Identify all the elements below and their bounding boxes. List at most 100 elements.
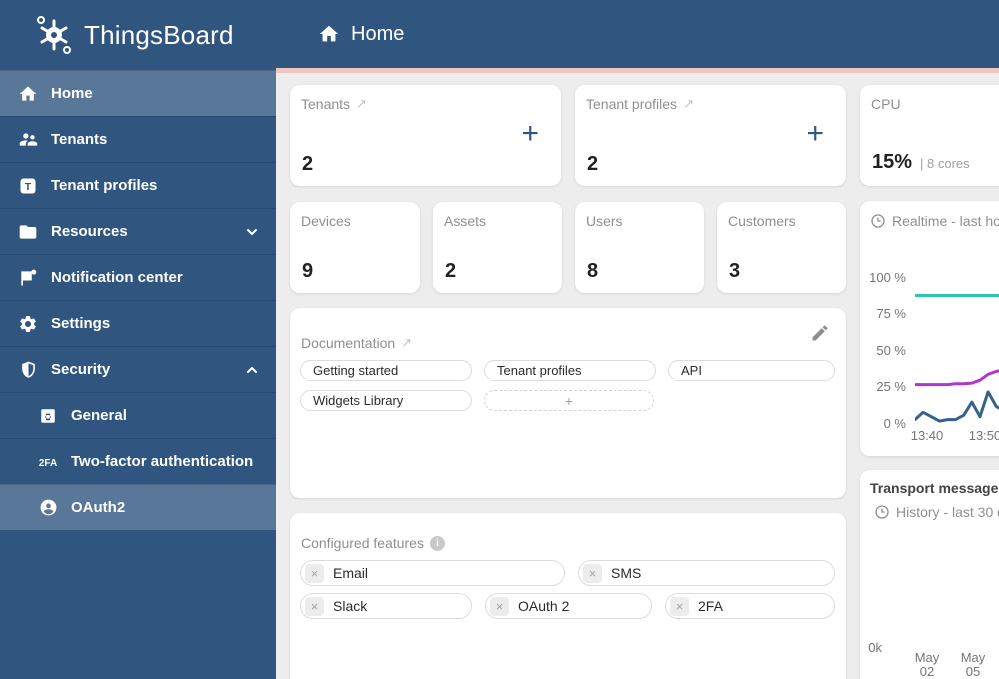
sidebar-item-label: Home xyxy=(51,85,93,102)
feature-chips: × Email × SMS × Slack × OAuth 2 × 2FA xyxy=(300,560,838,619)
sidebar-item-two-factor-auth[interactable]: 2FA Two-factor authentication xyxy=(0,438,276,484)
card-title-text: CPU xyxy=(871,96,901,112)
remove-icon[interactable]: × xyxy=(670,596,689,616)
external-link-icon: ↗ xyxy=(356,96,367,111)
home-breadcrumb-icon xyxy=(318,23,340,45)
feature-chip-slack: × Slack xyxy=(300,593,472,619)
card-title-text: Tenants xyxy=(301,96,351,112)
chevron-up-icon[interactable] xyxy=(244,362,260,378)
doc-link-tenant-profiles[interactable]: Tenant profiles xyxy=(484,360,656,381)
remove-icon[interactable]: × xyxy=(490,596,509,616)
home-icon xyxy=(16,82,40,106)
tenant-profiles-count: 2 xyxy=(587,153,599,175)
cpu-card-title: CPU xyxy=(871,96,901,112)
sidebar-item-label: Resources xyxy=(51,223,128,240)
doc-link-getting-started[interactable]: Getting started xyxy=(300,360,472,381)
sidebar-item-home[interactable]: Home xyxy=(0,70,276,116)
oauth2-user-badge-icon xyxy=(36,496,60,520)
y-axis-tick: 50 % xyxy=(876,343,906,358)
y-axis-tick: 100 % xyxy=(869,270,906,285)
devices-card[interactable]: Devices 9 xyxy=(290,202,420,293)
configured-features-card: Configured features i × Email × SMS × Sl… xyxy=(290,513,846,679)
assets-count: 2 xyxy=(445,260,457,282)
chart-timewindow[interactable]: Realtime - last hour xyxy=(870,213,999,229)
tenant-profiles-icon: T xyxy=(16,174,40,198)
sidebar-item-oauth2[interactable]: OAuth2 xyxy=(0,484,276,530)
remove-icon[interactable]: × xyxy=(305,596,324,616)
sidebar-item-notification-center[interactable]: Notification center xyxy=(0,254,276,300)
add-doc-link-button[interactable]: + xyxy=(484,390,654,411)
clock-icon xyxy=(871,214,885,228)
sidebar-item-label: Tenant profiles xyxy=(51,177,158,194)
tenants-card: Tenants ↗ + 2 xyxy=(290,85,561,186)
card-title-text: Assets xyxy=(444,213,487,229)
sidebar-item-label: Security xyxy=(51,361,111,378)
tenant-profiles-card-link[interactable]: Tenant profiles ↗ xyxy=(586,96,694,112)
info-icon[interactable]: i xyxy=(429,535,445,551)
edit-pencil-icon[interactable] xyxy=(810,323,830,343)
sidebar-item-label: Notification center xyxy=(51,269,183,286)
doc-link-widgets-library[interactable]: Widgets Library xyxy=(300,390,472,411)
feature-chip-sms: × SMS xyxy=(578,560,835,586)
sidebar-item-resources[interactable]: Resources xyxy=(0,208,276,254)
clock-icon xyxy=(875,505,889,519)
chart-timewindow[interactable]: History - last 30 days xyxy=(874,504,999,520)
sidebar-item-tenants[interactable]: Tenants xyxy=(0,116,276,162)
cpu-cores-detail: | 8 cores xyxy=(920,156,970,171)
card-title-text: Users xyxy=(586,213,623,229)
add-tenant-profile-button[interactable]: + xyxy=(806,119,824,149)
tenant-profiles-card: Tenant profiles ↗ + 2 xyxy=(575,85,846,186)
transport-messages-card: Transport messages History - last 30 day… xyxy=(860,470,999,679)
page-title: Home xyxy=(351,22,405,45)
sidebar-item-settings[interactable]: Settings xyxy=(0,300,276,346)
timewindow-label: History - last 30 days xyxy=(896,504,999,520)
sidebar-item-label: Settings xyxy=(51,315,111,332)
sidebar-item-label: Two-factor authentication xyxy=(71,453,254,470)
documentation-links: Getting started Tenant profiles API Widg… xyxy=(300,360,838,411)
users-card[interactable]: Users 8 xyxy=(575,202,704,293)
doc-link-api[interactable]: API xyxy=(668,360,835,381)
card-title-text: Devices xyxy=(301,213,351,229)
folder-icon xyxy=(16,220,40,244)
sidebar-item-security[interactable]: Security xyxy=(0,346,276,392)
tenants-card-link[interactable]: Tenants ↗ xyxy=(301,96,367,112)
documentation-card: Documentation ↗ Getting started Tenant p… xyxy=(290,308,846,498)
thingsboard-logo-icon xyxy=(32,13,76,57)
y-axis-tick: 0k xyxy=(868,640,882,655)
chip-label: SMS xyxy=(611,565,642,581)
sidebar-item-tenant-profiles[interactable]: T Tenant profiles xyxy=(0,162,276,208)
transport-card-title: Transport messages xyxy=(870,480,999,496)
add-tenant-button[interactable]: + xyxy=(521,119,539,149)
sidebar-nav: Home Tenants T Tenant profiles Resources xyxy=(0,70,276,530)
chevron-down-icon[interactable] xyxy=(244,224,260,240)
y-axis-tick: 25 % xyxy=(876,379,906,394)
sidebar-item-label: General xyxy=(71,407,127,424)
customers-count: 3 xyxy=(729,260,741,282)
feature-chip-oauth2: × OAuth 2 xyxy=(485,593,652,619)
users-count: 8 xyxy=(587,260,599,282)
sidebar-item-security-general[interactable]: General xyxy=(0,392,276,438)
svg-text:2FA: 2FA xyxy=(39,458,57,469)
logo[interactable]: ThingsBoard xyxy=(0,0,276,70)
dashboard-content: Tenants ↗ + 2 Tenant profiles ↗ + 2 CPU xyxy=(276,73,999,679)
cpu-line-chart xyxy=(915,294,999,423)
customers-card[interactable]: Customers 3 xyxy=(717,202,846,293)
sidebar-item-label: Tenants xyxy=(51,131,108,148)
external-link-icon: ↗ xyxy=(683,96,694,111)
devices-count: 9 xyxy=(302,260,314,282)
thingsboard-app: ThingsBoard Home Tenants T Tenant profil… xyxy=(0,0,999,679)
assets-card[interactable]: Assets 2 xyxy=(433,202,562,293)
gear-square-icon xyxy=(36,404,60,428)
sidebar-item-label: OAuth2 xyxy=(71,499,126,516)
card-title-text: Configured features xyxy=(301,535,424,551)
progress-bar xyxy=(276,68,999,73)
remove-icon[interactable]: × xyxy=(583,563,602,583)
documentation-card-link[interactable]: Documentation ↗ xyxy=(301,335,412,351)
timewindow-label: Realtime - last hour xyxy=(892,213,999,229)
svg-text:T: T xyxy=(25,181,32,193)
x-axis-tick: May 02 xyxy=(914,650,940,679)
remove-icon[interactable]: × xyxy=(305,563,324,583)
notification-flag-icon xyxy=(16,266,40,290)
gear-icon xyxy=(16,312,40,336)
x-axis-tick: May 05 xyxy=(960,650,986,679)
